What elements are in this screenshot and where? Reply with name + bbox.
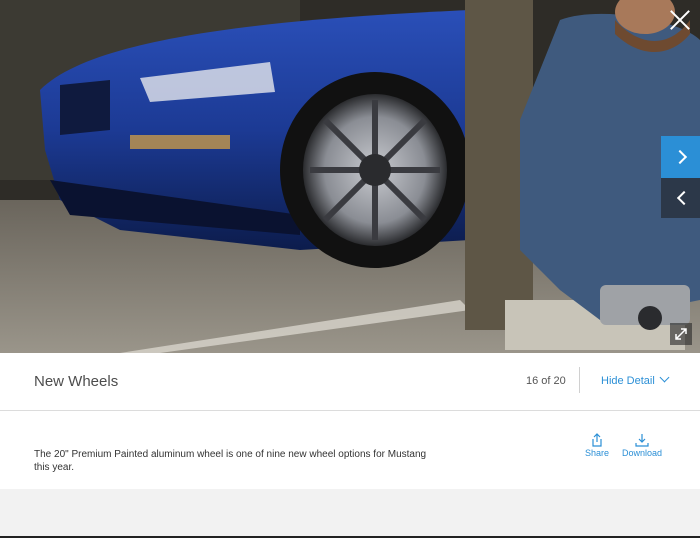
gallery-photo — [0, 0, 700, 353]
expand-icon — [675, 328, 687, 340]
chevron-down-icon — [659, 372, 670, 383]
mustang-photo-illustration — [0, 0, 700, 353]
expand-button[interactable] — [670, 323, 692, 345]
hide-detail-toggle[interactable]: Hide Detail — [601, 372, 670, 387]
image-title: New Wheels — [34, 373, 119, 390]
chevron-left-icon — [676, 190, 692, 206]
gallery-header: New Wheels 16 of 20 Hide Detail — [0, 353, 700, 411]
download-label: Download — [621, 448, 663, 458]
divider — [579, 367, 580, 393]
chevron-right-icon — [672, 149, 688, 165]
download-button[interactable]: Download — [620, 433, 664, 458]
image-counter: 16 of 20 — [526, 375, 566, 387]
share-label: Share — [584, 448, 610, 458]
download-icon — [635, 434, 649, 447]
next-image-button[interactable] — [661, 136, 700, 178]
image-caption: The 20" Premium Painted aluminum wheel i… — [34, 449, 427, 473]
close-button[interactable] — [666, 6, 694, 34]
share-button[interactable]: Share — [583, 433, 611, 458]
hide-detail-label: Hide Detail — [601, 375, 655, 387]
share-icon — [592, 433, 602, 447]
detail-panel: The 20" Premium Painted aluminum wheel i… — [0, 411, 700, 489]
previous-image-button[interactable] — [661, 178, 700, 218]
